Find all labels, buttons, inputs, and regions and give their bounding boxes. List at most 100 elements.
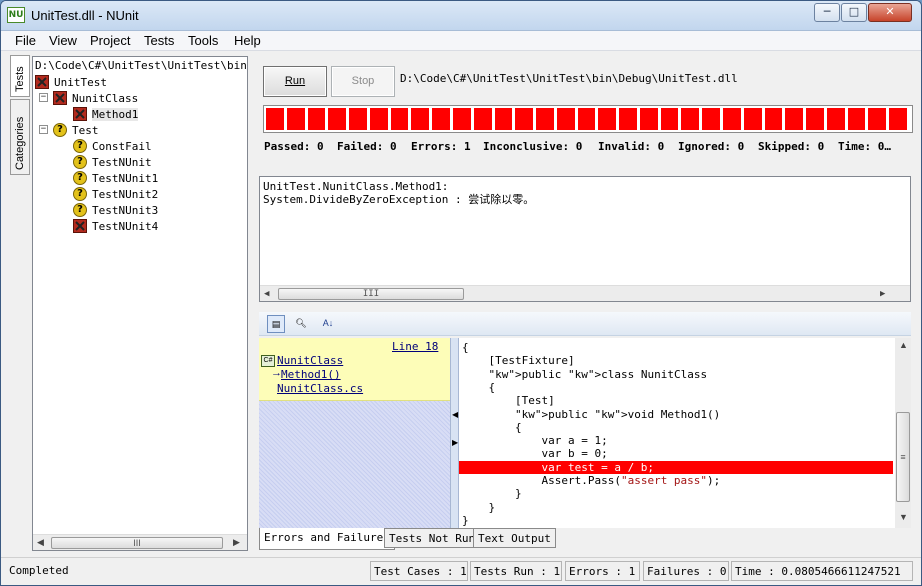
- tab-tests-not-run[interactable]: Tests Not Run: [384, 528, 481, 548]
- code-line: }: [462, 487, 522, 501]
- errors-count: Errors: 1: [411, 140, 471, 153]
- tab-categories[interactable]: Categories: [10, 99, 30, 175]
- error-scroll-thumb[interactable]: III: [278, 288, 464, 300]
- progress-segment: [702, 108, 721, 130]
- skipped-count: Skipped: 0: [758, 140, 825, 153]
- source-code-view[interactable]: { [TestFixture] "kw">public "kw">class N…: [459, 338, 895, 528]
- tree-node-label: ConstFail: [92, 140, 152, 153]
- progress-segment: [723, 108, 741, 130]
- minimize-button[interactable]: ─: [814, 3, 840, 22]
- code-scroll-up-icon[interactable]: ▲: [899, 340, 908, 350]
- progress-segment: [266, 108, 284, 130]
- code-scroll-thumb[interactable]: ≡: [896, 412, 910, 502]
- menu-tools[interactable]: Tools: [188, 33, 218, 48]
- collapse-left-icon[interactable]: ◀: [452, 410, 458, 419]
- error-line-test: UnitTest.NunitClass.Method1:: [263, 180, 449, 193]
- nunit-app-icon: NU: [7, 7, 25, 23]
- tree-expander-icon[interactable]: −: [39, 125, 48, 134]
- code-line: "kw">public "kw">class NunitClass: [488, 367, 708, 381]
- error-line-exception: System.DivideByZeroException : 尝试除以零。: [263, 193, 535, 206]
- code-line: [TestFixture]: [462, 354, 575, 368]
- menu-help[interactable]: Help: [234, 33, 261, 48]
- progress-segment: [681, 108, 700, 130]
- side-tab-strip: Tests Categories: [10, 55, 30, 175]
- code-scroll-down-icon[interactable]: ▼: [899, 512, 908, 522]
- progress-segment: [889, 108, 907, 130]
- tab-tests-label: Tests: [14, 66, 26, 92]
- code-line: }: [462, 500, 496, 514]
- failed-test-icon: [35, 75, 49, 89]
- status-test-cases: Test Cases : 1: [370, 561, 468, 581]
- menu-bar: File View Project Tests Tools Help: [1, 31, 921, 51]
- progress-segment: [411, 108, 430, 130]
- progress-segment: [286, 108, 305, 130]
- code-line: var b = 0;: [462, 447, 608, 461]
- source-view-icon[interactable]: ▤: [267, 315, 285, 333]
- progress-segment: [369, 108, 388, 130]
- status-failures: Failures : 0: [643, 561, 729, 581]
- stop-button-label: Stop: [351, 75, 375, 87]
- tab-errors-and-failures[interactable]: Errors and Failures: [259, 528, 395, 550]
- trace-file-link[interactable]: NunitClass.cs: [277, 382, 363, 395]
- passed-count: Passed: 0: [264, 140, 324, 153]
- code-line: {: [462, 380, 496, 394]
- code-line: var a = 1;: [462, 434, 608, 448]
- tab-text-output[interactable]: Text Output: [473, 528, 556, 548]
- error-scroll-right-icon[interactable]: ▶: [880, 288, 885, 301]
- tab-tests[interactable]: Tests: [10, 55, 30, 97]
- error-horizontal-scrollbar[interactable]: ◀ III ▶: [260, 285, 910, 301]
- menu-tests[interactable]: Tests: [144, 33, 174, 48]
- maximize-button[interactable]: □: [841, 3, 867, 22]
- progress-segment: [307, 108, 326, 130]
- scroll-left-icon[interactable]: ◀: [37, 537, 44, 548]
- trace-method-link[interactable]: Method1(): [281, 368, 341, 381]
- run-button[interactable]: Run: [263, 66, 327, 97]
- not-run-test-icon: ?: [53, 123, 67, 137]
- status-time: Time : 0.0805466611247521: [731, 561, 913, 581]
- failed-test-icon: [73, 219, 87, 233]
- scroll-right-icon[interactable]: ▶: [233, 537, 240, 548]
- stop-button[interactable]: Stop: [331, 66, 395, 97]
- progress-segment: [494, 108, 513, 130]
- progress-segment: [660, 108, 679, 130]
- collapse-right-icon[interactable]: ▶: [452, 438, 458, 447]
- not-run-test-icon: ?: [73, 139, 87, 153]
- not-run-test-icon: ?: [73, 155, 87, 169]
- stack-trace-panel: Line 18 C# NunitClass → Method1() NunitC…: [259, 338, 450, 528]
- ignored-count: Ignored: 0: [678, 140, 745, 153]
- progress-segment: [390, 108, 409, 130]
- tree-expander-icon[interactable]: −: [39, 93, 48, 102]
- test-tree: D:\Code\C#\UnitTest\UnitTest\bin\Debug\U…: [32, 56, 248, 551]
- progress-segment: [536, 108, 554, 130]
- tree-node-label: TestNUnit1: [92, 172, 159, 185]
- tree-node-label: TestNUnit2: [92, 188, 159, 201]
- nunit-window: NU UnitTest.dll - NUnit ─ □ ✕ File View …: [0, 0, 922, 586]
- code-vertical-scrollbar[interactable]: ▲ ≡ ▼: [895, 338, 911, 528]
- trace-line-number[interactable]: Line 18: [392, 340, 438, 353]
- code-line: {: [462, 420, 522, 434]
- progress-segment: [639, 108, 658, 130]
- status-tests-run: Tests Run : 1: [470, 561, 562, 581]
- progress-segment: [868, 108, 887, 130]
- progress-segment: [806, 108, 824, 130]
- trace-class-link[interactable]: NunitClass: [277, 354, 343, 367]
- tree-horizontal-scrollbar[interactable]: ◀ III ▶: [33, 534, 247, 550]
- menu-view[interactable]: View: [49, 33, 77, 48]
- error-scroll-left-icon[interactable]: ◀: [264, 288, 269, 301]
- magnifier-icon[interactable]: 🔍︎: [292, 315, 310, 333]
- tree-node-label: UnitTest: [54, 76, 107, 89]
- code-line: Assert.Pass("assert pass");: [462, 474, 721, 487]
- progress-segment: [764, 108, 783, 130]
- progress-segment: [556, 108, 575, 130]
- panel-splitter[interactable]: ◀ ▶: [450, 338, 459, 528]
- progress-segment: [432, 108, 450, 130]
- error-output-box[interactable]: UnitTest.NunitClass.Method1: System.Divi…: [259, 176, 911, 302]
- close-button[interactable]: ✕: [868, 3, 912, 22]
- code-line: }: [462, 513, 469, 527]
- title-bar[interactable]: NU UnitTest.dll - NUnit ─ □ ✕: [1, 1, 921, 31]
- tree-scroll-thumb[interactable]: III: [51, 537, 223, 549]
- menu-project[interactable]: Project: [90, 33, 130, 48]
- menu-file[interactable]: File: [15, 33, 36, 48]
- code-line: [Test]: [462, 394, 555, 408]
- sort-az-icon[interactable]: A↓: [319, 315, 337, 333]
